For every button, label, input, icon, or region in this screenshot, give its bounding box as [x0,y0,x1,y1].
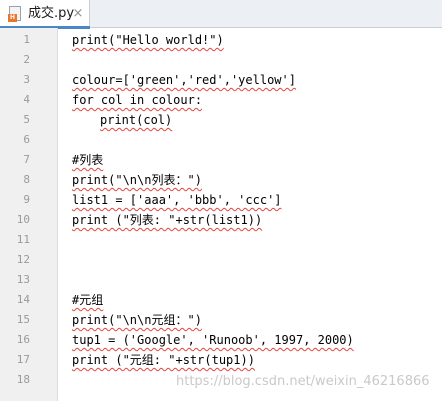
code-text: tup1 = ('Google', 'Runoob', 1997, 2000) [72,333,354,347]
editor-tab-bar: H 成交.py × [0,0,442,29]
line-number: 18 [16,373,30,386]
code-line[interactable]: 16 tup1 = ('Google', 'Runoob', 1997, 2000… [0,330,442,350]
code-text: colour=['green','red','yellow'] [72,73,296,87]
line-number: 10 [16,213,30,226]
line-number: 14 [16,293,30,306]
line-number: 2 [23,53,30,66]
code-line[interactable]: 3 colour=['green','red','yellow'] [0,70,442,90]
code-text: print(col) [100,113,173,127]
line-number: 4 [23,93,30,106]
code-text: print("Hello world!") [72,33,224,47]
line-number: 17 [16,353,30,366]
code-line[interactable]: 13 [0,270,442,290]
line-number: 11 [16,233,30,246]
code-line[interactable]: 17 print ("元组: "+str(tup1)) [0,350,442,370]
close-icon[interactable]: × [71,5,85,23]
line-number: 15 [16,313,30,326]
file-badge: H [8,14,17,22]
code-text: print("\n\n列表：") [72,173,202,187]
line-number: 1 [23,33,30,46]
code-text: for col in colour: [72,93,203,107]
code-text: print("\n\n元组：") [72,313,202,327]
line-number: 16 [16,333,30,346]
code-line[interactable]: 12 [0,250,442,270]
code-line[interactable]: 2 [0,50,442,70]
code-line[interactable]: 9 list1 = ['aaa', 'bbb', 'ccc'] [0,190,442,210]
code-line[interactable]: 1 print("Hello world!") [0,30,442,50]
code-line[interactable]: 11 [0,230,442,250]
code-text: #列表 [72,153,104,167]
watermark: https://blog.csdn.net/weixin_46216866 [176,374,430,389]
code-line[interactable]: 5 print(col) [0,110,442,130]
code-line[interactable]: 4 for col in colour: [0,90,442,110]
tab-title: 成交.py [28,6,75,21]
code-line[interactable]: 7 #列表 [0,150,442,170]
code-text: list1 = ['aaa', 'bbb', 'ccc'] [72,193,282,207]
python-file-icon: H [8,6,21,22]
code-line[interactable]: 6 [0,130,442,150]
line-number: 9 [23,193,30,206]
line-number: 8 [23,173,30,186]
code-text: print ("列表: "+str(list1)) [72,213,263,227]
line-number: 5 [23,113,30,126]
code-line[interactable]: 14 #元组 [0,290,442,310]
file-tab[interactable]: H 成交.py × [0,0,90,29]
code-text: #元组 [72,293,104,307]
line-number: 13 [16,273,30,286]
code-line[interactable]: 10 print ("列表: "+str(list1)) [0,210,442,230]
code-text: print ("元组: "+str(tup1)) [72,353,255,367]
line-number: 3 [23,73,30,86]
line-number: 12 [16,253,30,266]
line-number: 6 [23,133,30,146]
code-line[interactable]: 15 print("\n\n元组：") [0,310,442,330]
code-line[interactable]: 8 print("\n\n列表：") [0,170,442,190]
line-number: 7 [23,153,30,166]
